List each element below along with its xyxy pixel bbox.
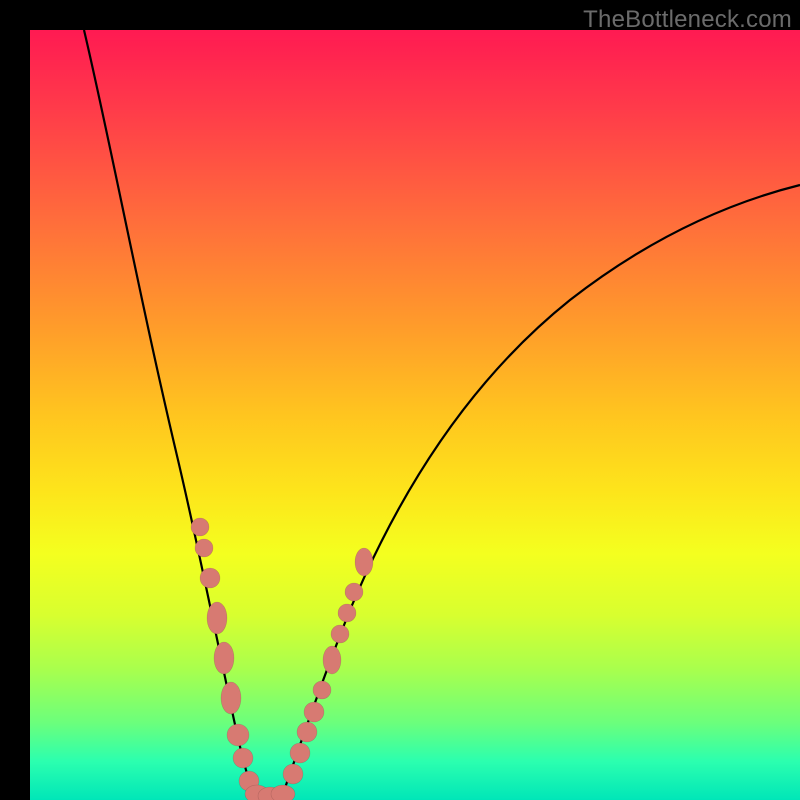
data-point: [200, 568, 220, 588]
data-point: [297, 722, 317, 742]
data-point: [195, 539, 213, 557]
data-point: [338, 604, 356, 622]
data-point: [331, 625, 349, 643]
data-point: [271, 785, 295, 800]
data-point: [323, 646, 341, 674]
data-point: [214, 642, 234, 674]
outer-frame: TheBottleneck.com: [0, 0, 800, 800]
data-point: [290, 743, 310, 763]
data-point: [313, 681, 331, 699]
data-point: [207, 602, 227, 634]
data-points-group: [191, 518, 373, 800]
data-point: [304, 702, 324, 722]
data-point: [221, 682, 241, 714]
data-point: [345, 583, 363, 601]
data-point: [227, 724, 249, 746]
data-point: [283, 764, 303, 784]
curve-right-branch: [282, 185, 800, 796]
data-point: [355, 548, 373, 576]
chart-svg: [30, 30, 800, 800]
data-point: [191, 518, 209, 536]
data-point: [233, 748, 253, 768]
